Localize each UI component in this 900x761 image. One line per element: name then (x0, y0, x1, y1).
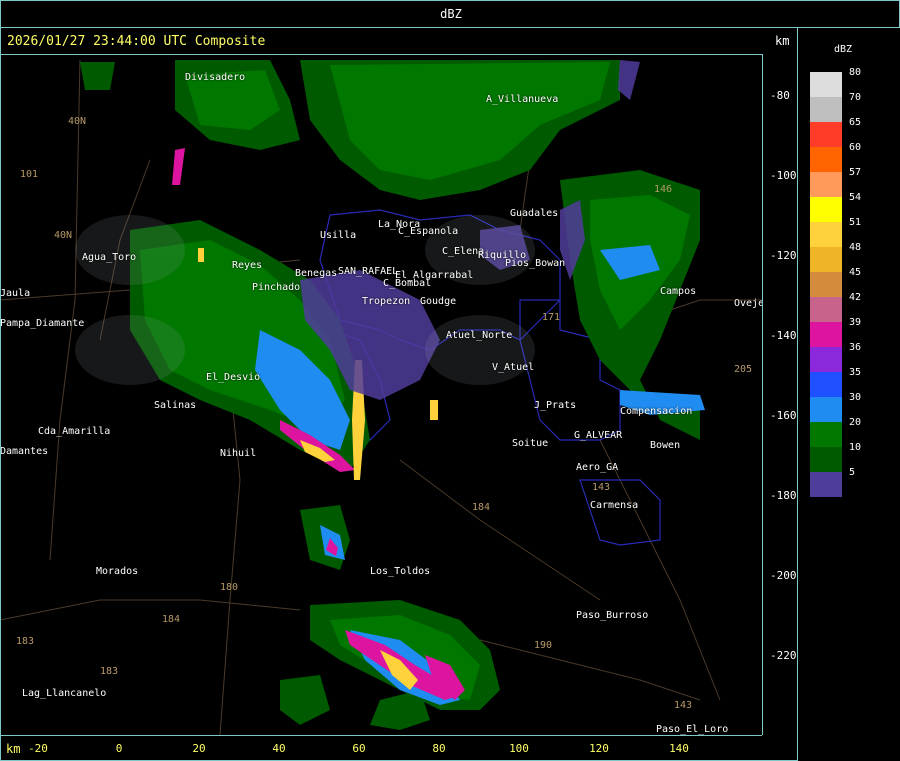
legend-label: 35 (849, 367, 862, 378)
legend-label: 20 (849, 417, 862, 428)
y-tick: -80 (770, 89, 790, 102)
legend-label: 30 (849, 392, 862, 403)
legend-label: 65 (849, 117, 862, 128)
title-bar: dBZ (0, 0, 900, 28)
x-tick: 20 (192, 742, 206, 755)
y-tick: -160 (770, 409, 797, 422)
x-tick: 0 (115, 742, 123, 755)
map-bottom-edge (0, 735, 762, 736)
legend-label: 42 (849, 292, 862, 303)
legend-label: 45 (849, 267, 862, 278)
legend-label: 5 (849, 467, 856, 478)
x-axis-unit: km (6, 742, 21, 756)
legend-swatch (810, 447, 842, 472)
x-tick: 60 (352, 742, 366, 755)
y-tick: -200 (770, 569, 797, 582)
map-right-edge (762, 54, 763, 735)
legend-swatch (810, 422, 842, 447)
legend-swatch (810, 222, 842, 247)
legend-swatch (810, 197, 842, 222)
legend-label: 36 (849, 342, 862, 353)
legend-swatch (810, 122, 842, 147)
legend-swatch (810, 397, 842, 422)
x-tick: 140 (669, 742, 689, 755)
legend-swatch (810, 372, 842, 397)
y-tick: -120 (770, 249, 797, 262)
legend-swatch (810, 147, 842, 172)
y-tick: -180 (770, 489, 797, 502)
legend-swatch (810, 297, 842, 322)
legend-label: 51 (849, 217, 862, 228)
x-tick: -20 (28, 742, 48, 755)
legend-swatch (810, 72, 842, 97)
legend-label: 57 (849, 167, 862, 178)
legend-swatch (810, 172, 842, 197)
color-legend: dBZ 80 70 65 60 57 54 51 48 45 42 39 36 35 30 20 10 5 (797, 28, 900, 761)
x-tick: 40 (272, 742, 286, 755)
x-tick: 80 (432, 742, 446, 755)
legend-label: 70 (849, 92, 862, 103)
legend-label: 48 (849, 242, 862, 253)
legend-swatch (810, 247, 842, 272)
map-frame (0, 28, 798, 761)
map-top-edge (0, 54, 762, 55)
legend-label: 10 (849, 442, 862, 453)
legend-label: 80 (849, 67, 862, 78)
product-title: dBZ (440, 7, 462, 21)
legend-label: 54 (849, 192, 862, 203)
legend-label: 39 (849, 317, 862, 328)
legend-swatch (810, 97, 842, 122)
y-tick: -140 (770, 329, 797, 342)
y-tick: -100 (770, 169, 797, 182)
y-tick: -220 (770, 649, 797, 662)
legend-swatch (810, 322, 842, 347)
legend-swatch (810, 347, 842, 372)
legend-swatch (810, 272, 842, 297)
x-tick: 120 (589, 742, 609, 755)
legend-swatch (810, 472, 842, 497)
legend-label: 60 (849, 142, 862, 153)
x-tick: 100 (509, 742, 529, 755)
legend-title: dBZ (834, 44, 853, 55)
